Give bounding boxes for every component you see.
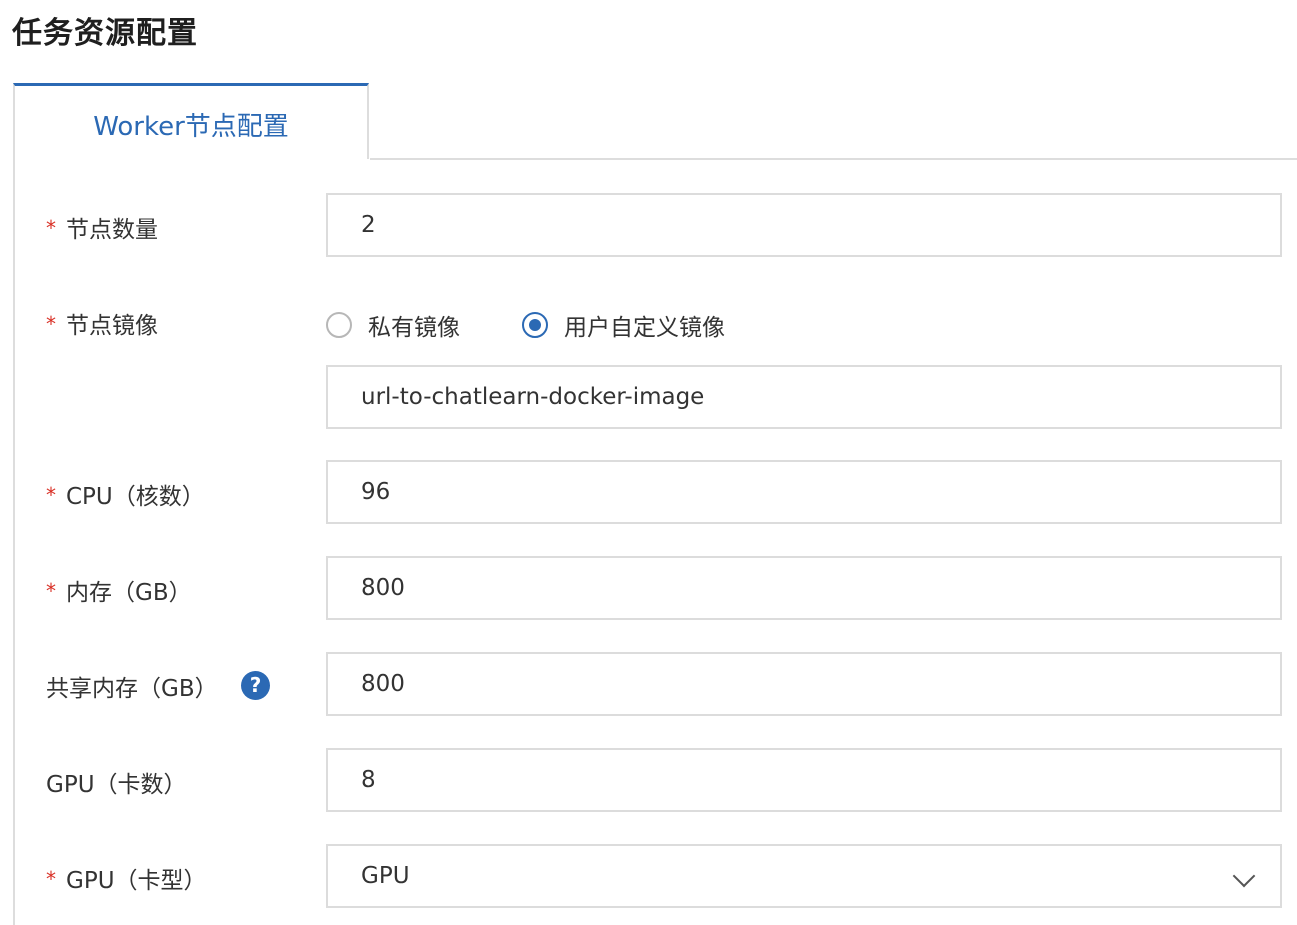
shared-memory-label: 共享内存（GB） (46, 669, 218, 703)
gpu-count-value: 8 (361, 767, 376, 793)
required-star: * (46, 579, 56, 603)
panel-left-border (13, 159, 15, 925)
radio-custom-image[interactable]: 用户自定义镜像 (522, 308, 725, 342)
cpu-input[interactable]: 96 (326, 460, 1282, 524)
radio-label: 私有镜像 (368, 315, 460, 341)
memory-input[interactable]: 800 (326, 556, 1282, 620)
gpu-type-label-text: GPU（卡型） (66, 868, 207, 894)
tab-label: Worker节点配置 (93, 112, 289, 142)
node-image-label-text: 节点镜像 (66, 313, 158, 339)
node-count-input[interactable]: 2 (326, 193, 1282, 257)
gpu-type-select[interactable]: GPU (326, 844, 1282, 908)
required-star: * (46, 312, 56, 336)
shared-memory-input[interactable]: 800 (326, 652, 1282, 716)
cpu-label-text: CPU（核数） (66, 484, 205, 510)
node-image-label: * 节点镜像 (46, 306, 158, 340)
memory-label-text: 内存（GB） (66, 580, 192, 606)
page-title: 任务资源配置 (12, 16, 198, 51)
memory-label: * 内存（GB） (46, 573, 192, 607)
radio-label: 用户自定义镜像 (564, 315, 725, 341)
node-count-label-text: 节点数量 (66, 217, 158, 243)
cpu-value: 96 (361, 479, 391, 505)
shared-memory-label-text: 共享内存（GB） (46, 676, 218, 702)
gpu-count-input[interactable]: 8 (326, 748, 1282, 812)
gpu-count-label-text: GPU（卡数） (46, 772, 187, 798)
radio-circle-checked (522, 312, 548, 338)
gpu-type-label: * GPU（卡型） (46, 861, 207, 895)
required-star: * (46, 867, 56, 891)
required-star: * (46, 483, 56, 507)
radio-private-image[interactable]: 私有镜像 (326, 308, 460, 342)
node-count-value: 2 (361, 212, 376, 238)
gpu-type-value: GPU (361, 863, 410, 889)
radio-circle (326, 312, 352, 338)
question-circle-icon[interactable]: ? (241, 671, 270, 700)
tab-bar-divider (370, 158, 1297, 160)
node-count-label: * 节点数量 (46, 210, 158, 244)
gpu-count-label: GPU（卡数） (46, 765, 187, 799)
chevron-down-icon (1232, 864, 1256, 888)
tab-worker-node-config[interactable]: Worker节点配置 (13, 83, 369, 159)
image-url-input[interactable]: url-to-chatlearn-docker-image (326, 365, 1282, 429)
required-star: * (46, 216, 56, 240)
memory-value: 800 (361, 575, 405, 601)
cpu-label: * CPU（核数） (46, 477, 205, 511)
image-url-value: url-to-chatlearn-docker-image (361, 384, 705, 410)
shared-memory-value: 800 (361, 671, 405, 697)
